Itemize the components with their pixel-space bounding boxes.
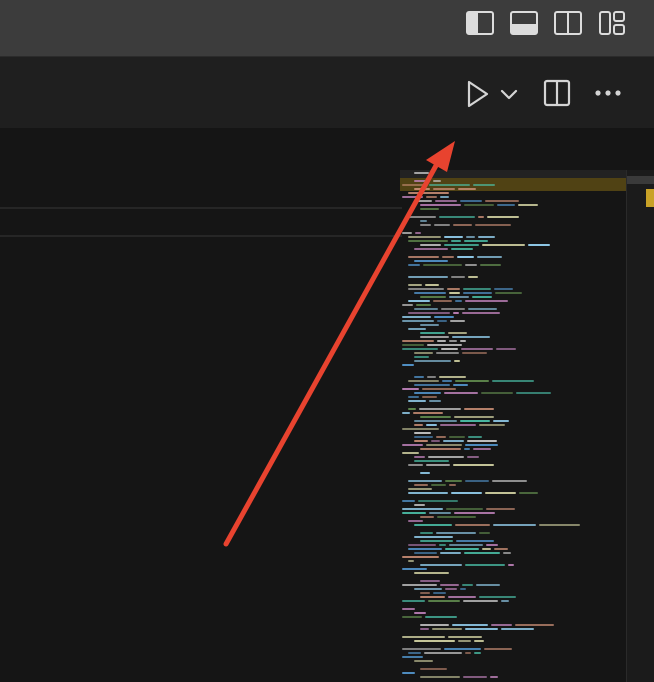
annotation-arrow	[223, 141, 455, 547]
